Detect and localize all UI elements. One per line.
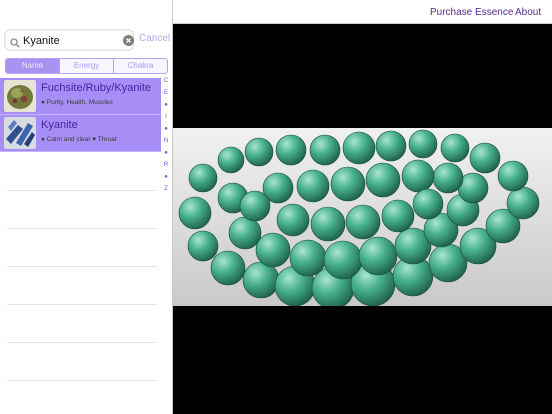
result-subtitle: ● Calm and clear ♥ Throat [41, 136, 117, 143]
fuchsite-thumbnail [4, 80, 36, 112]
segment-energy[interactable]: Energy [59, 59, 113, 73]
index-letter[interactable]: R [161, 162, 171, 168]
bead [401, 159, 435, 193]
bead [506, 186, 540, 220]
list-item[interactable]: Kyanite ● Calm and clear ♥ Throat [0, 115, 161, 152]
search-box[interactable] [4, 29, 134, 51]
search-icon [10, 35, 20, 48]
bead [375, 130, 407, 162]
status-strip [0, 0, 172, 24]
results-list: Fuchsite/Ruby/Kyanite ● Purity, Health, … [0, 78, 161, 152]
bead [345, 204, 381, 240]
bead [210, 250, 246, 286]
bead [432, 162, 464, 194]
cancel-button[interactable]: Cancel [139, 33, 170, 44]
index-dot[interactable]: ● [161, 126, 171, 132]
bead [310, 206, 346, 242]
bead [497, 160, 529, 192]
sort-segmented-control: Name Energy Chakra [5, 58, 168, 74]
search-row: Cancel [0, 24, 172, 56]
index-letter[interactable]: Z [161, 186, 171, 192]
clear-icon[interactable] [123, 35, 134, 46]
bead [309, 134, 341, 166]
bead [239, 190, 271, 222]
top-navigation-bar: Purchase Essence About [173, 0, 552, 24]
bead [217, 146, 245, 174]
bead [178, 196, 212, 230]
bead [323, 240, 363, 280]
index-letter[interactable]: I [161, 114, 171, 120]
bead [440, 133, 470, 163]
index-dot[interactable]: ● [161, 150, 171, 156]
index-dot[interactable]: ● [161, 174, 171, 180]
bead [255, 232, 291, 268]
result-subtitle: ● Purity, Health, Muscles [41, 99, 113, 106]
index-dot[interactable]: ● [161, 102, 171, 108]
bead [412, 188, 444, 220]
bead [365, 162, 401, 198]
bead [228, 216, 262, 250]
index-letter[interactable]: C [161, 78, 171, 84]
bead [358, 236, 398, 276]
bead [342, 131, 376, 165]
bead [330, 166, 366, 202]
bead [242, 261, 280, 299]
result-title: Fuchsite/Ruby/Kyanite [41, 82, 152, 94]
bead [296, 169, 330, 203]
bead [408, 129, 438, 159]
index-letter[interactable]: E [161, 90, 171, 96]
bead [289, 239, 327, 277]
segment-name[interactable]: Name [6, 59, 59, 73]
index-letter[interactable]: N [161, 138, 171, 144]
sidebar: Cancel Name Energy Chakra F [0, 0, 173, 414]
bead [276, 203, 310, 237]
bead [244, 137, 274, 167]
kyanite-thumbnail [4, 117, 36, 149]
bead [187, 230, 219, 262]
result-title: Kyanite [41, 119, 78, 131]
about-link[interactable]: About [515, 7, 541, 18]
bead [275, 134, 307, 166]
list-item[interactable]: Fuchsite/Ruby/Kyanite ● Purity, Health, … [0, 78, 161, 115]
bead [469, 142, 501, 174]
purchase-essence-link[interactable]: Purchase Essence [430, 7, 513, 18]
bead [188, 163, 218, 193]
bead [381, 199, 415, 233]
search-input[interactable] [23, 32, 119, 50]
gemstone-photo [173, 128, 552, 306]
segment-chakra[interactable]: Chakra [113, 59, 167, 73]
empty-rows [7, 153, 157, 381]
section-index[interactable]: C E ● I ● N ● R ● Z [161, 78, 171, 196]
